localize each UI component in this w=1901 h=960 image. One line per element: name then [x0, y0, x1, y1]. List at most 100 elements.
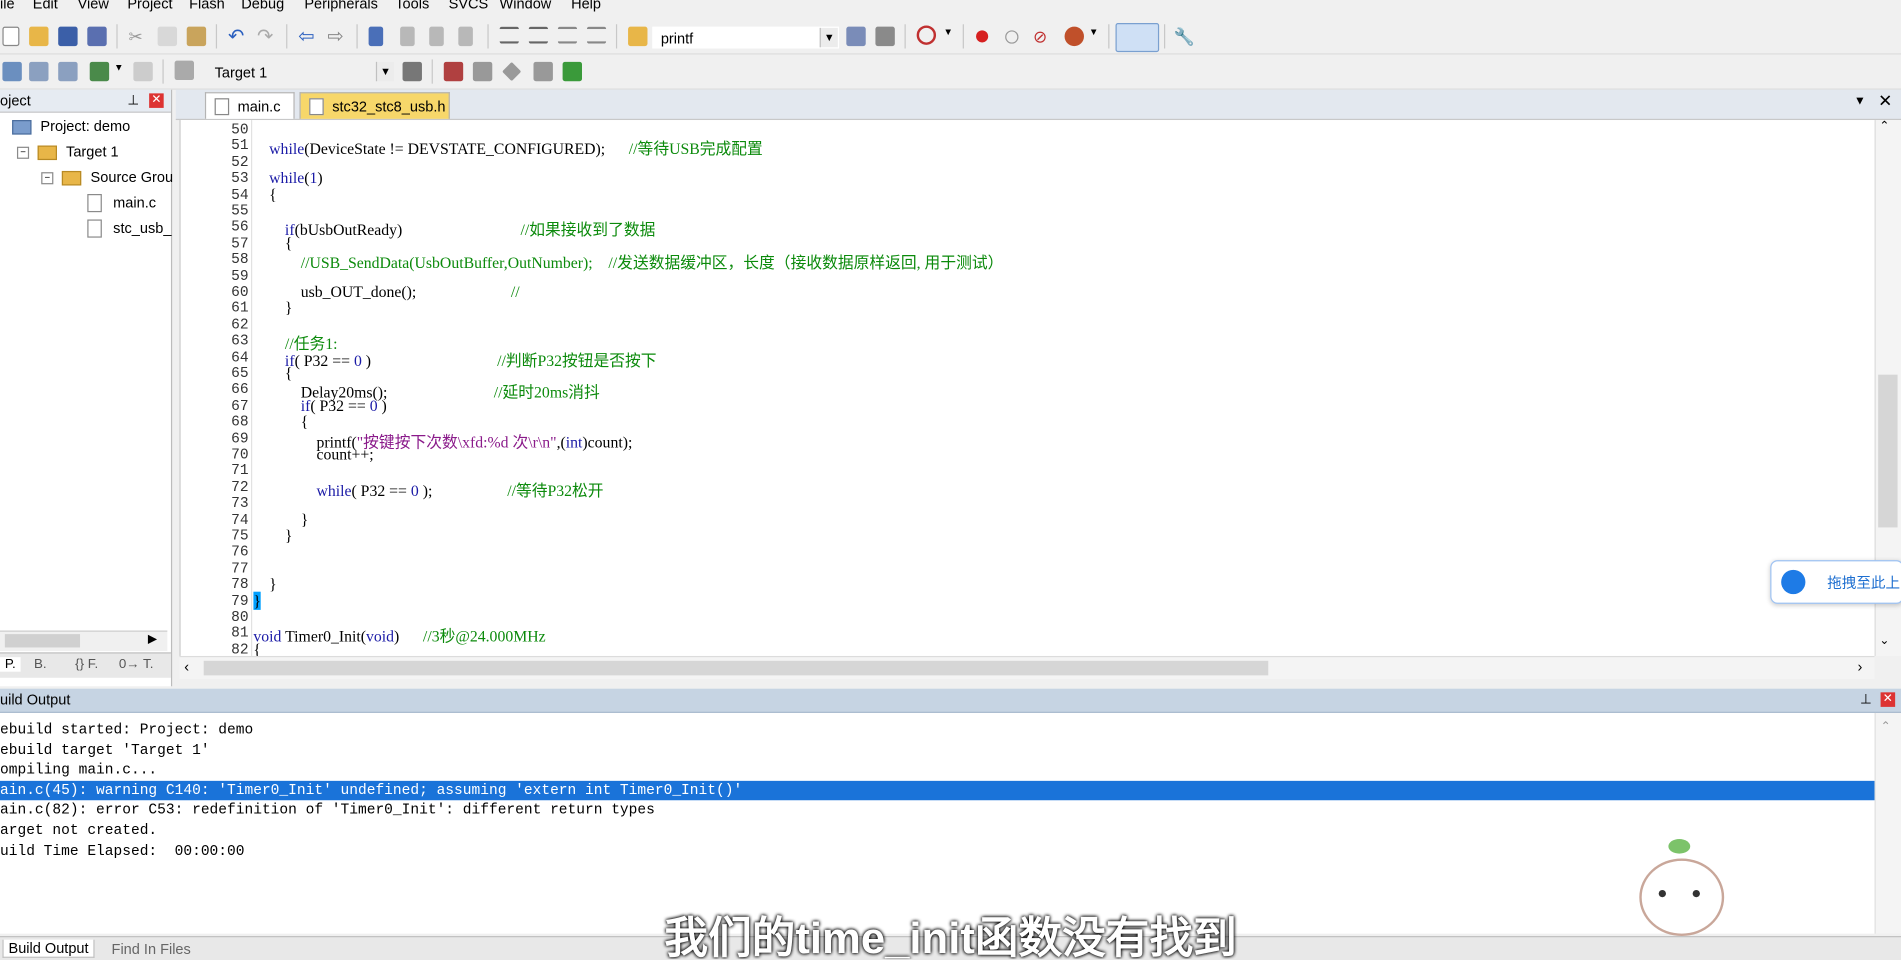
- pin-icon[interactable]: ⊥: [127, 90, 139, 112]
- target-select[interactable]: Target 1 ▼: [206, 60, 396, 83]
- scroll-left-icon[interactable]: ‹: [184, 658, 189, 675]
- chevron-down-icon[interactable]: ▼: [375, 61, 395, 82]
- tab-usb-header[interactable]: stc32_stc8_usb.h: [299, 92, 450, 119]
- breakpoint-icon[interactable]: [976, 30, 989, 43]
- chevron-down-icon[interactable]: ▼: [819, 27, 838, 48]
- prev-bookmark-icon[interactable]: [400, 26, 415, 47]
- tab-main-c[interactable]: main.c: [204, 92, 295, 119]
- kill-breakpoints-icon[interactable]: ⊘: [1033, 27, 1052, 46]
- scroll-right-icon[interactable]: ▶: [148, 633, 157, 646]
- tab-books[interactable]: B.: [34, 657, 47, 672]
- tab-project[interactable]: P.: [0, 657, 21, 672]
- copy-icon[interactable]: [157, 26, 178, 47]
- scroll-right-icon[interactable]: ›: [1858, 658, 1863, 675]
- build-output-line[interactable]: ain.c(45): warning C140: 'Timer0_Init' u…: [0, 780, 1875, 801]
- select-software-icon[interactable]: [533, 61, 553, 82]
- pin-icon[interactable]: ⊥: [1860, 689, 1872, 712]
- chevron-down-icon[interactable]: ▼: [114, 62, 133, 81]
- paste-icon[interactable]: [186, 26, 207, 47]
- menu-file[interactable]: ile: [0, 0, 15, 12]
- indent-icon[interactable]: [499, 26, 519, 44]
- close-icon[interactable]: ✕: [1880, 692, 1896, 707]
- chevron-down-icon[interactable]: ▼: [943, 27, 962, 46]
- back-icon[interactable]: ⇦: [298, 24, 317, 48]
- menu-window[interactable]: Window: [500, 0, 552, 12]
- incremental-find-icon[interactable]: [875, 26, 895, 47]
- collapse-icon[interactable]: −: [16, 146, 30, 159]
- stc-isp-icon[interactable]: [562, 61, 582, 82]
- forward-icon[interactable]: ⇨: [327, 24, 346, 48]
- uncomment-icon[interactable]: [586, 26, 607, 44]
- build-output-line[interactable]: uild Time Elapsed: 00:00:00: [0, 841, 1875, 860]
- menu-debug[interactable]: Debug: [241, 0, 284, 12]
- build-output-line[interactable]: ompiling main.c...: [0, 760, 1875, 779]
- build-output-line[interactable]: ebuild target 'Target 1': [0, 740, 1875, 759]
- window-layout-icon[interactable]: [1115, 23, 1160, 53]
- chevron-down-icon[interactable]: ▼: [1089, 27, 1108, 46]
- cut-icon[interactable]: ✂: [129, 27, 148, 46]
- tab-templates[interactable]: 0→ T.: [119, 657, 154, 672]
- save-icon[interactable]: [58, 26, 78, 47]
- build-output-vscrollbar[interactable]: ⌃: [1874, 712, 1901, 934]
- wrench-icon[interactable]: 🔧: [1174, 27, 1195, 46]
- project-hscrollbar[interactable]: ▶: [0, 630, 168, 652]
- clear-bookmarks-icon[interactable]: [458, 26, 473, 47]
- menu-edit[interactable]: Edit: [33, 0, 58, 12]
- tree-project-root[interactable]: Project: demo: [12, 118, 130, 135]
- menu-help[interactable]: Help: [571, 0, 601, 12]
- editor-hscrollbar[interactable]: ‹ ›: [179, 655, 1875, 679]
- menu-view[interactable]: View: [78, 0, 109, 12]
- scroll-thumb[interactable]: [1878, 374, 1898, 528]
- build-output-line[interactable]: ain.c(82): error C53: redefinition of 'T…: [0, 801, 1875, 820]
- menu-flash[interactable]: Flash: [189, 0, 225, 12]
- comment-icon[interactable]: [557, 26, 578, 44]
- open-folder-icon[interactable]: [29, 26, 49, 47]
- next-bookmark-icon[interactable]: [429, 26, 444, 47]
- disable-breakpoint-icon[interactable]: [1005, 30, 1019, 44]
- stop-build-icon[interactable]: [133, 61, 153, 82]
- tab-list-icon[interactable]: ▼: [1854, 95, 1866, 108]
- scroll-up-icon[interactable]: ⌃: [1881, 720, 1891, 733]
- tree-source-group[interactable]: − Source Grou: [41, 169, 173, 186]
- manage-books-icon[interactable]: [472, 61, 493, 82]
- undo-icon[interactable]: ↶: [228, 24, 247, 48]
- build-output-text[interactable]: ebuild started: Project: demo ebuild targ…: [0, 712, 1875, 934]
- tree-file[interactable]: main.c: [87, 194, 156, 213]
- tab-functions[interactable]: {} F.: [75, 657, 98, 672]
- manage-project-icon[interactable]: [443, 61, 464, 82]
- scroll-thumb[interactable]: [4, 634, 81, 648]
- rebuild-icon[interactable]: [58, 61, 78, 82]
- select-packs-icon[interactable]: [502, 61, 522, 82]
- target-options-icon[interactable]: [402, 61, 422, 82]
- find-icon[interactable]: [846, 26, 866, 47]
- scroll-down-icon[interactable]: ⌄: [1879, 634, 1889, 647]
- build-output-line[interactable]: ebuild started: Project: demo: [0, 720, 1875, 739]
- collapse-icon[interactable]: −: [41, 171, 54, 185]
- menu-svcs[interactable]: SVCS: [449, 0, 489, 12]
- code-editor[interactable]: 50 51 52 53 54 55 56 57 58 59 60 61 62 63 64 65 66 67 68 69…: [179, 120, 1876, 656]
- new-file-icon[interactable]: [2, 26, 20, 47]
- unindent-icon[interactable]: [528, 26, 549, 44]
- find-in-files-icon[interactable]: [628, 26, 648, 47]
- build-icon[interactable]: [29, 61, 49, 82]
- debug-session-icon[interactable]: [916, 25, 937, 45]
- menu-tools[interactable]: Tools: [395, 0, 429, 12]
- scroll-thumb[interactable]: [203, 660, 1269, 676]
- disable-all-breakpoints-icon[interactable]: [1064, 26, 1084, 47]
- bookmark-icon[interactable]: [368, 26, 384, 47]
- translate-icon[interactable]: [2, 61, 22, 82]
- close-icon[interactable]: ✕: [1878, 91, 1892, 112]
- cloud-upload-widget[interactable]: 拖拽至此上: [1770, 560, 1901, 604]
- load-icon[interactable]: [174, 60, 194, 81]
- batch-build-icon[interactable]: [89, 61, 110, 82]
- tree-file[interactable]: stc_usb_: [87, 219, 171, 239]
- menu-project[interactable]: Project: [127, 0, 172, 12]
- close-icon[interactable]: ✕: [149, 93, 164, 108]
- scroll-up-icon[interactable]: ⌃: [1879, 120, 1889, 133]
- save-all-icon[interactable]: [87, 26, 107, 47]
- menu-peripherals[interactable]: Peripherals: [304, 0, 378, 12]
- find-combo[interactable]: printf ▼: [652, 26, 840, 49]
- tree-target[interactable]: − Target 1: [16, 143, 119, 160]
- redo-icon[interactable]: ↷: [257, 24, 276, 48]
- build-output-line[interactable]: arget not created.: [0, 821, 1875, 840]
